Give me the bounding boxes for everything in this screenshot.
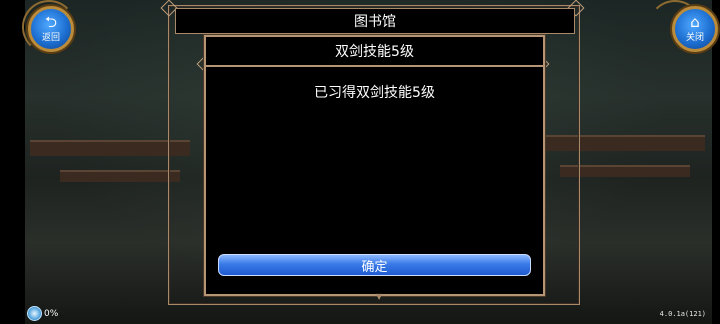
- bench-right: [545, 135, 705, 151]
- right-letterbox: [712, 0, 720, 324]
- back-button-label: 返回: [41, 33, 60, 43]
- close-button[interactable]: ⌂ 关闭: [672, 6, 718, 52]
- home-icon: ⌂: [690, 13, 700, 31]
- left-letterbox: [0, 0, 25, 324]
- library-title-bar: 图书馆: [175, 8, 575, 34]
- dialog-header: 双剑技能5级: [206, 37, 543, 67]
- loading-indicator: 0%: [27, 306, 58, 321]
- scroll-down-indicator-icon: ▼: [376, 292, 383, 301]
- back-arrow-icon: ⮌: [44, 13, 57, 31]
- dialog-message: 已习得双剑技能5级: [314, 85, 435, 101]
- dialog-title: 双剑技能5级: [335, 44, 414, 60]
- loading-percent: 0%: [44, 308, 59, 319]
- back-button[interactable]: ⮌ 返回: [28, 6, 74, 52]
- page-title: 图书馆: [354, 14, 396, 30]
- bench-right-lower: [560, 165, 690, 177]
- bench-left: [30, 140, 190, 156]
- bench-left-lower: [60, 170, 180, 182]
- version-label: 4.0.1a(121): [659, 310, 706, 318]
- skill-learned-dialog: 双剑技能5级 已习得双剑技能5级 确定: [204, 35, 545, 296]
- close-button-label: 关闭: [685, 33, 704, 43]
- loading-orb-icon: [27, 306, 42, 321]
- confirm-button[interactable]: 确定: [218, 254, 531, 276]
